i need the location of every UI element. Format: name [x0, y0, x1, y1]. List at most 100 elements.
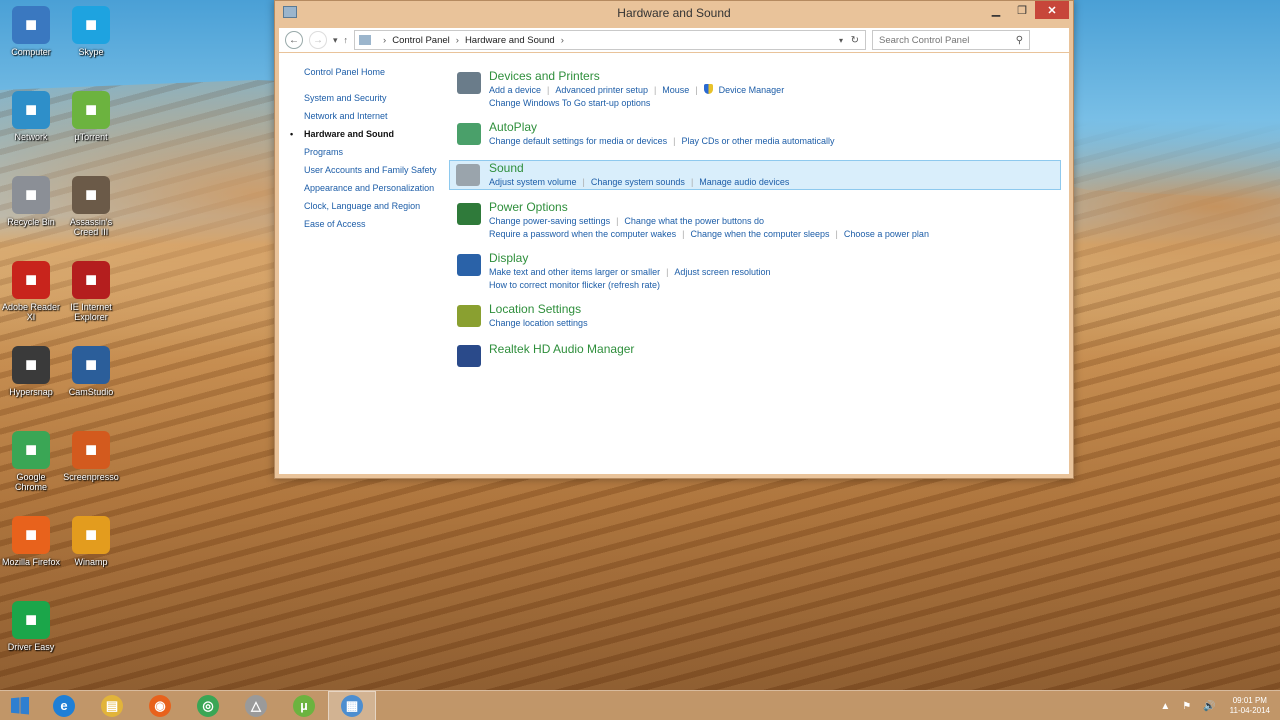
left-navigation: Control Panel Home System and Security Ne…	[290, 67, 444, 237]
task-link[interactable]: Device Manager	[719, 85, 785, 95]
left-nav-link[interactable]: Ease of Access	[304, 219, 444, 230]
task-link[interactable]: Change when the computer sleeps	[690, 229, 829, 239]
task-link[interactable]: Change default settings for media or dev…	[489, 136, 667, 146]
power-icon[interactable]	[457, 203, 481, 225]
close-button[interactable]: ✕	[1035, 1, 1069, 19]
left-nav-link[interactable]: System and Security	[304, 93, 444, 104]
control-panel-home-link[interactable]: Control Panel Home	[304, 67, 444, 78]
taskbar-utorrent[interactable]: µ	[280, 691, 328, 720]
audio-manager-icon[interactable]	[457, 345, 481, 367]
maximize-button[interactable]: ❐	[1009, 1, 1035, 19]
volume-icon[interactable]: 🔊	[1203, 701, 1215, 712]
desktop-shortcut[interactable]: ■ Skype	[60, 6, 122, 57]
left-nav-link[interactable]: Hardware and Sound	[290, 129, 444, 140]
task-link[interactable]: Mouse	[662, 85, 689, 95]
desktop-shortcut[interactable]: ■ µTorrent	[60, 91, 122, 142]
desktop-shortcut[interactable]: ■ IE Internet Explorer	[60, 261, 122, 322]
category-title-link[interactable]: Devices and Printers	[489, 69, 1059, 84]
desktop-shortcut[interactable]: ■ Driver Easy	[0, 601, 62, 652]
category-title-link[interactable]: Power Options	[489, 200, 1059, 215]
up-button[interactable]: ↑	[344, 35, 349, 45]
task-link[interactable]: Play CDs or other media automatically	[681, 136, 834, 146]
task-link[interactable]: Require a password when the computer wak…	[489, 229, 676, 239]
desktop-shortcut[interactable]: ■ Adobe Reader XI	[0, 261, 62, 322]
task-link[interactable]: Change Windows To Go start-up options	[489, 98, 650, 108]
location-icon[interactable]	[457, 305, 481, 327]
action-center-flag-icon[interactable]: ⚑	[1182, 701, 1191, 712]
search-icon[interactable]: ⚲	[1016, 35, 1023, 46]
task-link[interactable]: Manage audio devices	[699, 177, 789, 187]
task-link[interactable]: Make text and other items larger or smal…	[489, 267, 660, 277]
task-link[interactable]: Change location settings	[489, 318, 588, 328]
category-title-link[interactable]: Location Settings	[489, 302, 1059, 317]
speaker-icon[interactable]	[456, 164, 480, 186]
address-bar[interactable]: › Control Panel › Hardware and Sound › ▾…	[354, 30, 867, 50]
desktop-shortcut[interactable]: ■ Winamp	[60, 516, 122, 567]
category-title-link[interactable]: Realtek HD Audio Manager	[489, 342, 1059, 357]
clock-date: 11-04-2014	[1229, 706, 1270, 715]
task-link[interactable]: Adjust system volume	[489, 177, 577, 187]
task-link[interactable]: Add a device	[489, 85, 541, 95]
left-nav-link[interactable]: Appearance and Personalization	[304, 183, 444, 194]
windows-logo-icon	[11, 696, 29, 715]
desktop-shortcut[interactable]: ■ Network	[0, 91, 62, 142]
task-links-row: Change default settings for media or dev…	[489, 135, 1059, 148]
search-input[interactable]	[879, 34, 1010, 46]
breadcrumb-hardware-and-sound[interactable]: Hardware and Sound	[465, 35, 555, 46]
control-panel-icon	[359, 35, 372, 45]
task-link[interactable]: Adjust screen resolution	[674, 267, 770, 277]
left-nav-link[interactable]: Clock, Language and Region	[304, 201, 444, 212]
breadcrumb-control-panel[interactable]: Control Panel	[392, 35, 450, 46]
control-panel-icon	[283, 6, 297, 18]
left-nav-link[interactable]: User Accounts and Family Safety	[304, 165, 444, 176]
desktop-shortcut-label: CamStudio	[68, 387, 114, 397]
search-box[interactable]: ⚲	[872, 30, 1031, 50]
printer-icon[interactable]	[457, 72, 481, 94]
desktop-shortcut[interactable]: ■ Assassin's Creed III	[60, 176, 122, 237]
skype-icon: ■	[72, 6, 110, 44]
desktop-shortcut[interactable]: ■ Screenpresso	[60, 431, 122, 482]
task-link[interactable]: Advanced printer setup	[555, 85, 648, 95]
taskbar-firefox[interactable]: ◉	[136, 691, 184, 720]
minimize-button[interactable]: ▁	[983, 1, 1009, 19]
taskbar-file-explorer[interactable]: ▤	[88, 691, 136, 720]
category-list: Devices and Printers Add a device | Advance…	[449, 69, 1061, 382]
task-link[interactable]: Change what the power buttons do	[624, 216, 764, 226]
show-hidden-icons-icon[interactable]: ▲	[1160, 701, 1170, 712]
task-link[interactable]: Change system sounds	[591, 177, 685, 187]
autoplay-icon[interactable]	[457, 123, 481, 145]
clock[interactable]: 09:01 PM 11-04-2014	[1230, 696, 1270, 716]
desktop-shortcut[interactable]: ■ Mozilla Firefox	[0, 516, 62, 567]
breadcrumb-separator[interactable]: ›	[456, 35, 459, 46]
task-links-row: Add a device | Advanced printer setup | Mous…	[489, 84, 1059, 97]
category-title-link[interactable]: Sound	[489, 161, 1060, 176]
link-separator: |	[582, 177, 585, 187]
desktop-shortcut[interactable]: ■ Recycle Bin	[0, 176, 62, 227]
left-nav-link[interactable]: Programs	[304, 147, 444, 158]
recent-locations-button[interactable]: ▾	[333, 35, 338, 46]
taskbar-chrome[interactable]: ◎	[184, 691, 232, 720]
category-title-link[interactable]: Display	[489, 251, 1059, 266]
taskbar-control-panel[interactable]: ▦	[328, 690, 376, 720]
refresh-icon[interactable]: ↻	[851, 35, 859, 46]
forward-button[interactable]: →	[309, 31, 327, 49]
breadcrumb-separator[interactable]: ›	[561, 35, 564, 46]
desktop-shortcut[interactable]: ■ Hypersnap	[0, 346, 62, 397]
left-nav-link[interactable]: Network and Internet	[304, 111, 444, 122]
back-button[interactable]: ←	[285, 31, 303, 49]
task-link[interactable]: Change power-saving settings	[489, 216, 610, 226]
start-button[interactable]	[0, 691, 40, 720]
task-link[interactable]: Choose a power plan	[844, 229, 929, 239]
title-bar[interactable]: Hardware and Sound ▁ ❐ ✕	[275, 1, 1073, 25]
taskbar-recycle[interactable]: △	[232, 691, 280, 720]
desktop-shortcut[interactable]: ■ CamStudio	[60, 346, 122, 397]
task-link[interactable]: How to correct monitor flicker (refresh …	[489, 280, 660, 290]
clock-time: 09:01 PM	[1232, 696, 1267, 705]
breadcrumb-separator: ›	[383, 34, 387, 46]
desktop-shortcut[interactable]: ■ Google Chrome	[0, 431, 62, 492]
desktop-shortcut[interactable]: ■ Computer	[0, 6, 62, 57]
address-dropdown-icon[interactable]: ▾	[839, 36, 843, 45]
display-icon[interactable]	[457, 254, 481, 276]
taskbar-internet-explorer[interactable]: e	[40, 691, 88, 720]
category-title-link[interactable]: AutoPlay	[489, 120, 1059, 135]
